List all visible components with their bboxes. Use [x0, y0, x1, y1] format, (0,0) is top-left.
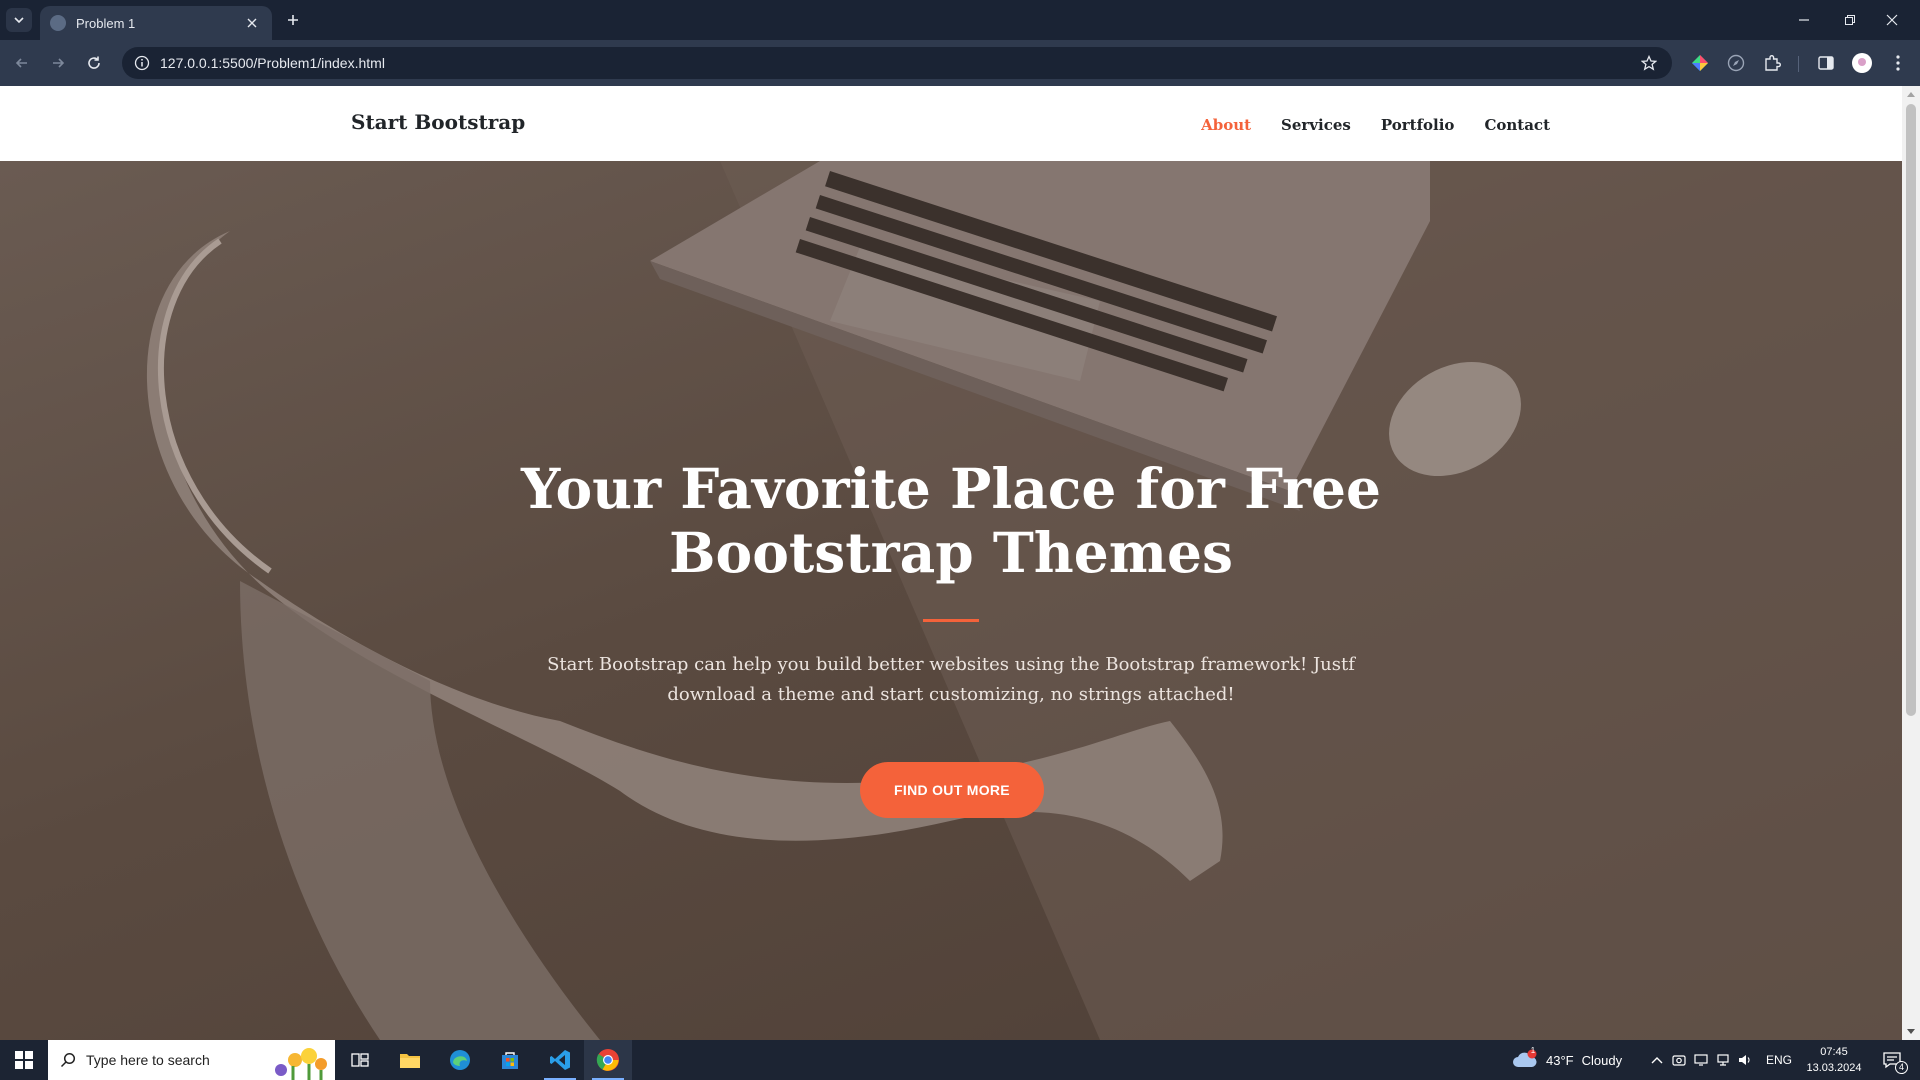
caret-up-icon [1907, 92, 1915, 97]
tray-meet-now[interactable] [1668, 1053, 1690, 1067]
close-icon [247, 18, 257, 28]
site-menu: About Services Portfolio Contact [1201, 116, 1550, 134]
clock-date: 13.03.2024 [1806, 1062, 1862, 1074]
start-button[interactable] [0, 1040, 48, 1080]
monitor-icon [1694, 1054, 1708, 1066]
browser-tab[interactable]: Problem 1 [40, 6, 272, 40]
browser-tabstrip: Problem 1 [0, 0, 1920, 40]
scroll-down-button[interactable] [1902, 1024, 1920, 1040]
scrollbar-thumb[interactable] [1906, 104, 1916, 716]
edge-icon [450, 1050, 470, 1070]
scroll-up-button[interactable] [1902, 86, 1920, 102]
side-panel-button[interactable] [1812, 49, 1840, 77]
hero-description: Start Bootstrap can help you build bette… [547, 654, 1355, 705]
restore-icon [1845, 15, 1855, 25]
chevron-up-icon [1651, 1057, 1663, 1064]
site-navbar: Start Bootstrap About Services Portfolio… [0, 86, 1902, 161]
weather-temp: 43°F [1546, 1052, 1574, 1068]
color-extension-button[interactable] [1686, 49, 1714, 77]
tray-security[interactable] [1690, 1053, 1712, 1067]
close-icon [1886, 14, 1898, 26]
taskbar-chrome[interactable] [584, 1040, 632, 1080]
page-scrollbar[interactable] [1902, 86, 1920, 1040]
tray-volume[interactable] [1734, 1053, 1756, 1067]
reload-button[interactable] [80, 49, 108, 77]
compass-extension-button[interactable] [1722, 49, 1750, 77]
tab-search-button[interactable] [6, 8, 32, 32]
taskbar-file-explorer[interactable] [386, 1040, 434, 1080]
search-icon [60, 1052, 76, 1068]
plus-icon [288, 15, 298, 25]
new-tab-button[interactable] [280, 8, 306, 32]
weather-widget[interactable]: 1 43°F Cloudy [1512, 1040, 1622, 1080]
weather-condition: Cloudy [1581, 1052, 1623, 1068]
arrow-left-icon [15, 58, 27, 68]
find-out-more-button[interactable]: FIND OUT MORE [860, 762, 1044, 818]
nav-link-about[interactable]: About [1201, 116, 1251, 134]
browser-menu-button[interactable] [1884, 49, 1912, 77]
avatar-icon [1852, 53, 1872, 73]
chrome-icon [596, 1049, 619, 1071]
compass-icon [1727, 54, 1745, 72]
bookmark-star-button[interactable] [1634, 48, 1664, 78]
profile-button[interactable] [1848, 49, 1876, 77]
search-highlight-flowers-icon [275, 1048, 327, 1080]
globe-icon [50, 15, 66, 31]
folder-icon [400, 1054, 420, 1068]
speaker-icon [1739, 1055, 1750, 1065]
taskbar-store[interactable] [486, 1040, 534, 1080]
browser-toolbar: 127.0.0.1:5500/Problem1/index.html [0, 40, 1920, 86]
chevron-down-icon [14, 17, 24, 24]
more-vertical-icon [1896, 55, 1900, 71]
tray-language[interactable]: ENG [1766, 1053, 1792, 1067]
address-bar[interactable]: 127.0.0.1:5500/Problem1/index.html [122, 47, 1672, 79]
hero-content: Your Favorite Place for Free Bootstrap T… [0, 161, 1902, 1040]
network-icon [1717, 1054, 1729, 1066]
task-view-button[interactable] [336, 1040, 384, 1080]
tab-close-button[interactable] [242, 13, 262, 33]
nav-link-contact[interactable]: Contact [1484, 116, 1550, 134]
toolbar-separator [1798, 56, 1799, 72]
nav-link-portfolio[interactable]: Portfolio [1381, 116, 1455, 134]
caret-down-icon [1907, 1029, 1915, 1034]
page-viewport: Start Bootstrap About Services Portfolio… [0, 86, 1920, 1040]
windows-logo-icon [15, 1051, 33, 1069]
task-view-icon [351, 1053, 369, 1067]
windows-taskbar: Type here to search 1 43°F Cloudy ENG 07… [0, 1040, 1920, 1080]
hero-title: Your Favorite Place for Free Bootstrap T… [520, 456, 1382, 585]
url-text[interactable]: 127.0.0.1:5500/Problem1/index.html [160, 55, 1634, 71]
side-panel-icon [1818, 56, 1834, 70]
reload-icon [88, 56, 100, 69]
star-icon [1641, 55, 1657, 71]
hero-divider [923, 619, 979, 622]
nav-link-services[interactable]: Services [1281, 116, 1351, 134]
vscode-icon [550, 1050, 570, 1070]
site-brand[interactable]: Start Bootstrap [351, 110, 525, 134]
taskbar-vscode[interactable] [536, 1040, 584, 1080]
tab-title: Problem 1 [76, 15, 136, 31]
notification-count: 4 [1895, 1061, 1908, 1074]
taskbar-clock[interactable]: 07:45 13.03.2024 [1796, 1044, 1872, 1076]
taskbar-search-box[interactable]: Type here to search [48, 1040, 335, 1080]
tray-overflow-button[interactable] [1646, 1056, 1668, 1064]
camera-icon [1672, 1055, 1686, 1066]
notification-center-button[interactable]: 4 [1872, 1040, 1912, 1080]
search-placeholder: Type here to search [86, 1052, 210, 1068]
forward-button[interactable] [44, 49, 72, 77]
minimize-icon [1799, 19, 1809, 21]
tray-network[interactable] [1712, 1053, 1734, 1067]
store-icon [502, 1052, 518, 1069]
taskbar-edge[interactable] [436, 1040, 484, 1080]
puzzle-icon [1765, 55, 1781, 71]
weather-alert-count: 1 [1530, 1046, 1536, 1055]
extensions-button[interactable] [1758, 49, 1786, 77]
window-close-button[interactable] [1864, 0, 1920, 40]
hero-section: Your Favorite Place for Free Bootstrap T… [0, 161, 1902, 1040]
clock-time: 07:45 [1820, 1046, 1848, 1058]
back-button[interactable] [8, 49, 36, 77]
system-tray: ENG [1646, 1040, 1792, 1080]
site-info-icon[interactable] [132, 53, 152, 73]
arrow-right-icon [53, 58, 65, 68]
color-picker-icon [1692, 55, 1708, 71]
